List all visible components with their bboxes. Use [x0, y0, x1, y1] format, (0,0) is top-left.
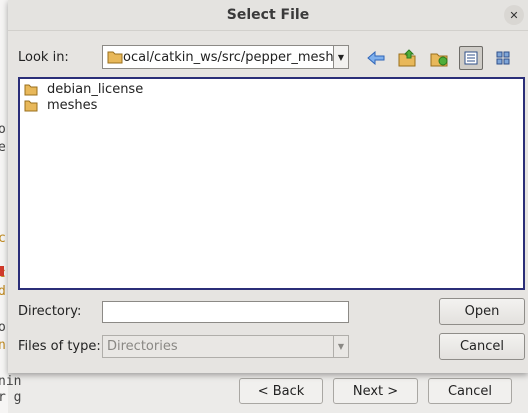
bg-code-line: r g: [0, 390, 22, 405]
files-of-type-label: Files of type:: [18, 339, 101, 354]
bg-code-line: e: [0, 140, 6, 155]
wizard-cancel-button[interactable]: Cancel: [428, 378, 512, 404]
bg-code-line: nin: [0, 374, 22, 389]
file-list[interactable]: debian_license meshes: [18, 77, 525, 290]
next-button[interactable]: Next >: [333, 378, 418, 404]
cancel-button[interactable]: Cancel: [439, 333, 525, 360]
list-view-icon: [464, 51, 478, 65]
parent-folder-button[interactable]: [395, 46, 419, 70]
look-in-label: Look in:: [18, 50, 69, 65]
dialog-titlebar: Select File ✕: [8, 0, 528, 31]
look-in-path: ocal/catkin_ws/src/pepper_meshes: [123, 50, 349, 65]
new-folder-icon: [430, 53, 448, 67]
look-in-combo[interactable]: ocal/catkin_ws/src/pepper_meshes ▼: [102, 45, 349, 69]
detail-view-button[interactable]: [491, 46, 515, 70]
dialog-title: Select File: [226, 7, 310, 23]
new-folder-button[interactable]: [427, 46, 451, 70]
folder-icon: [24, 83, 38, 96]
list-item[interactable]: debian_license: [24, 81, 143, 97]
back-button[interactable]: < Back: [239, 378, 323, 404]
folder-icon: [107, 50, 123, 68]
directory-label: Directory:: [18, 304, 82, 319]
directory-input[interactable]: [102, 301, 349, 323]
folder-icon: [24, 99, 38, 112]
back-arrow-icon: [367, 51, 385, 65]
select-file-dialog: Select File ✕ Look in: ocal/catkin_ws/sr…: [8, 0, 528, 373]
parent-folder-icon: [398, 49, 416, 67]
close-button[interactable]: ✕: [504, 5, 524, 25]
chevron-down-icon[interactable]: ▼: [333, 336, 348, 357]
bg-code-line: c: [0, 231, 6, 246]
bg-code-line: o: [0, 122, 6, 137]
chevron-down-icon[interactable]: ▼: [333, 46, 348, 68]
detail-view-icon: [496, 51, 510, 65]
back-arrow-button[interactable]: [364, 46, 388, 70]
bg-code-line: o: [0, 320, 6, 335]
list-view-button[interactable]: [459, 46, 483, 70]
files-of-type-value: Directories: [107, 339, 178, 354]
bg-error-marker: [0, 266, 4, 276]
bg-code-line: n: [0, 338, 6, 353]
file-name: debian_license: [47, 81, 144, 97]
bg-code-line: d: [0, 284, 6, 299]
file-name: meshes: [47, 97, 98, 113]
list-item[interactable]: meshes: [24, 97, 97, 113]
open-button[interactable]: Open: [439, 298, 525, 325]
close-icon: ✕: [509, 8, 519, 22]
files-of-type-combo[interactable]: Directories ▼: [102, 335, 349, 358]
